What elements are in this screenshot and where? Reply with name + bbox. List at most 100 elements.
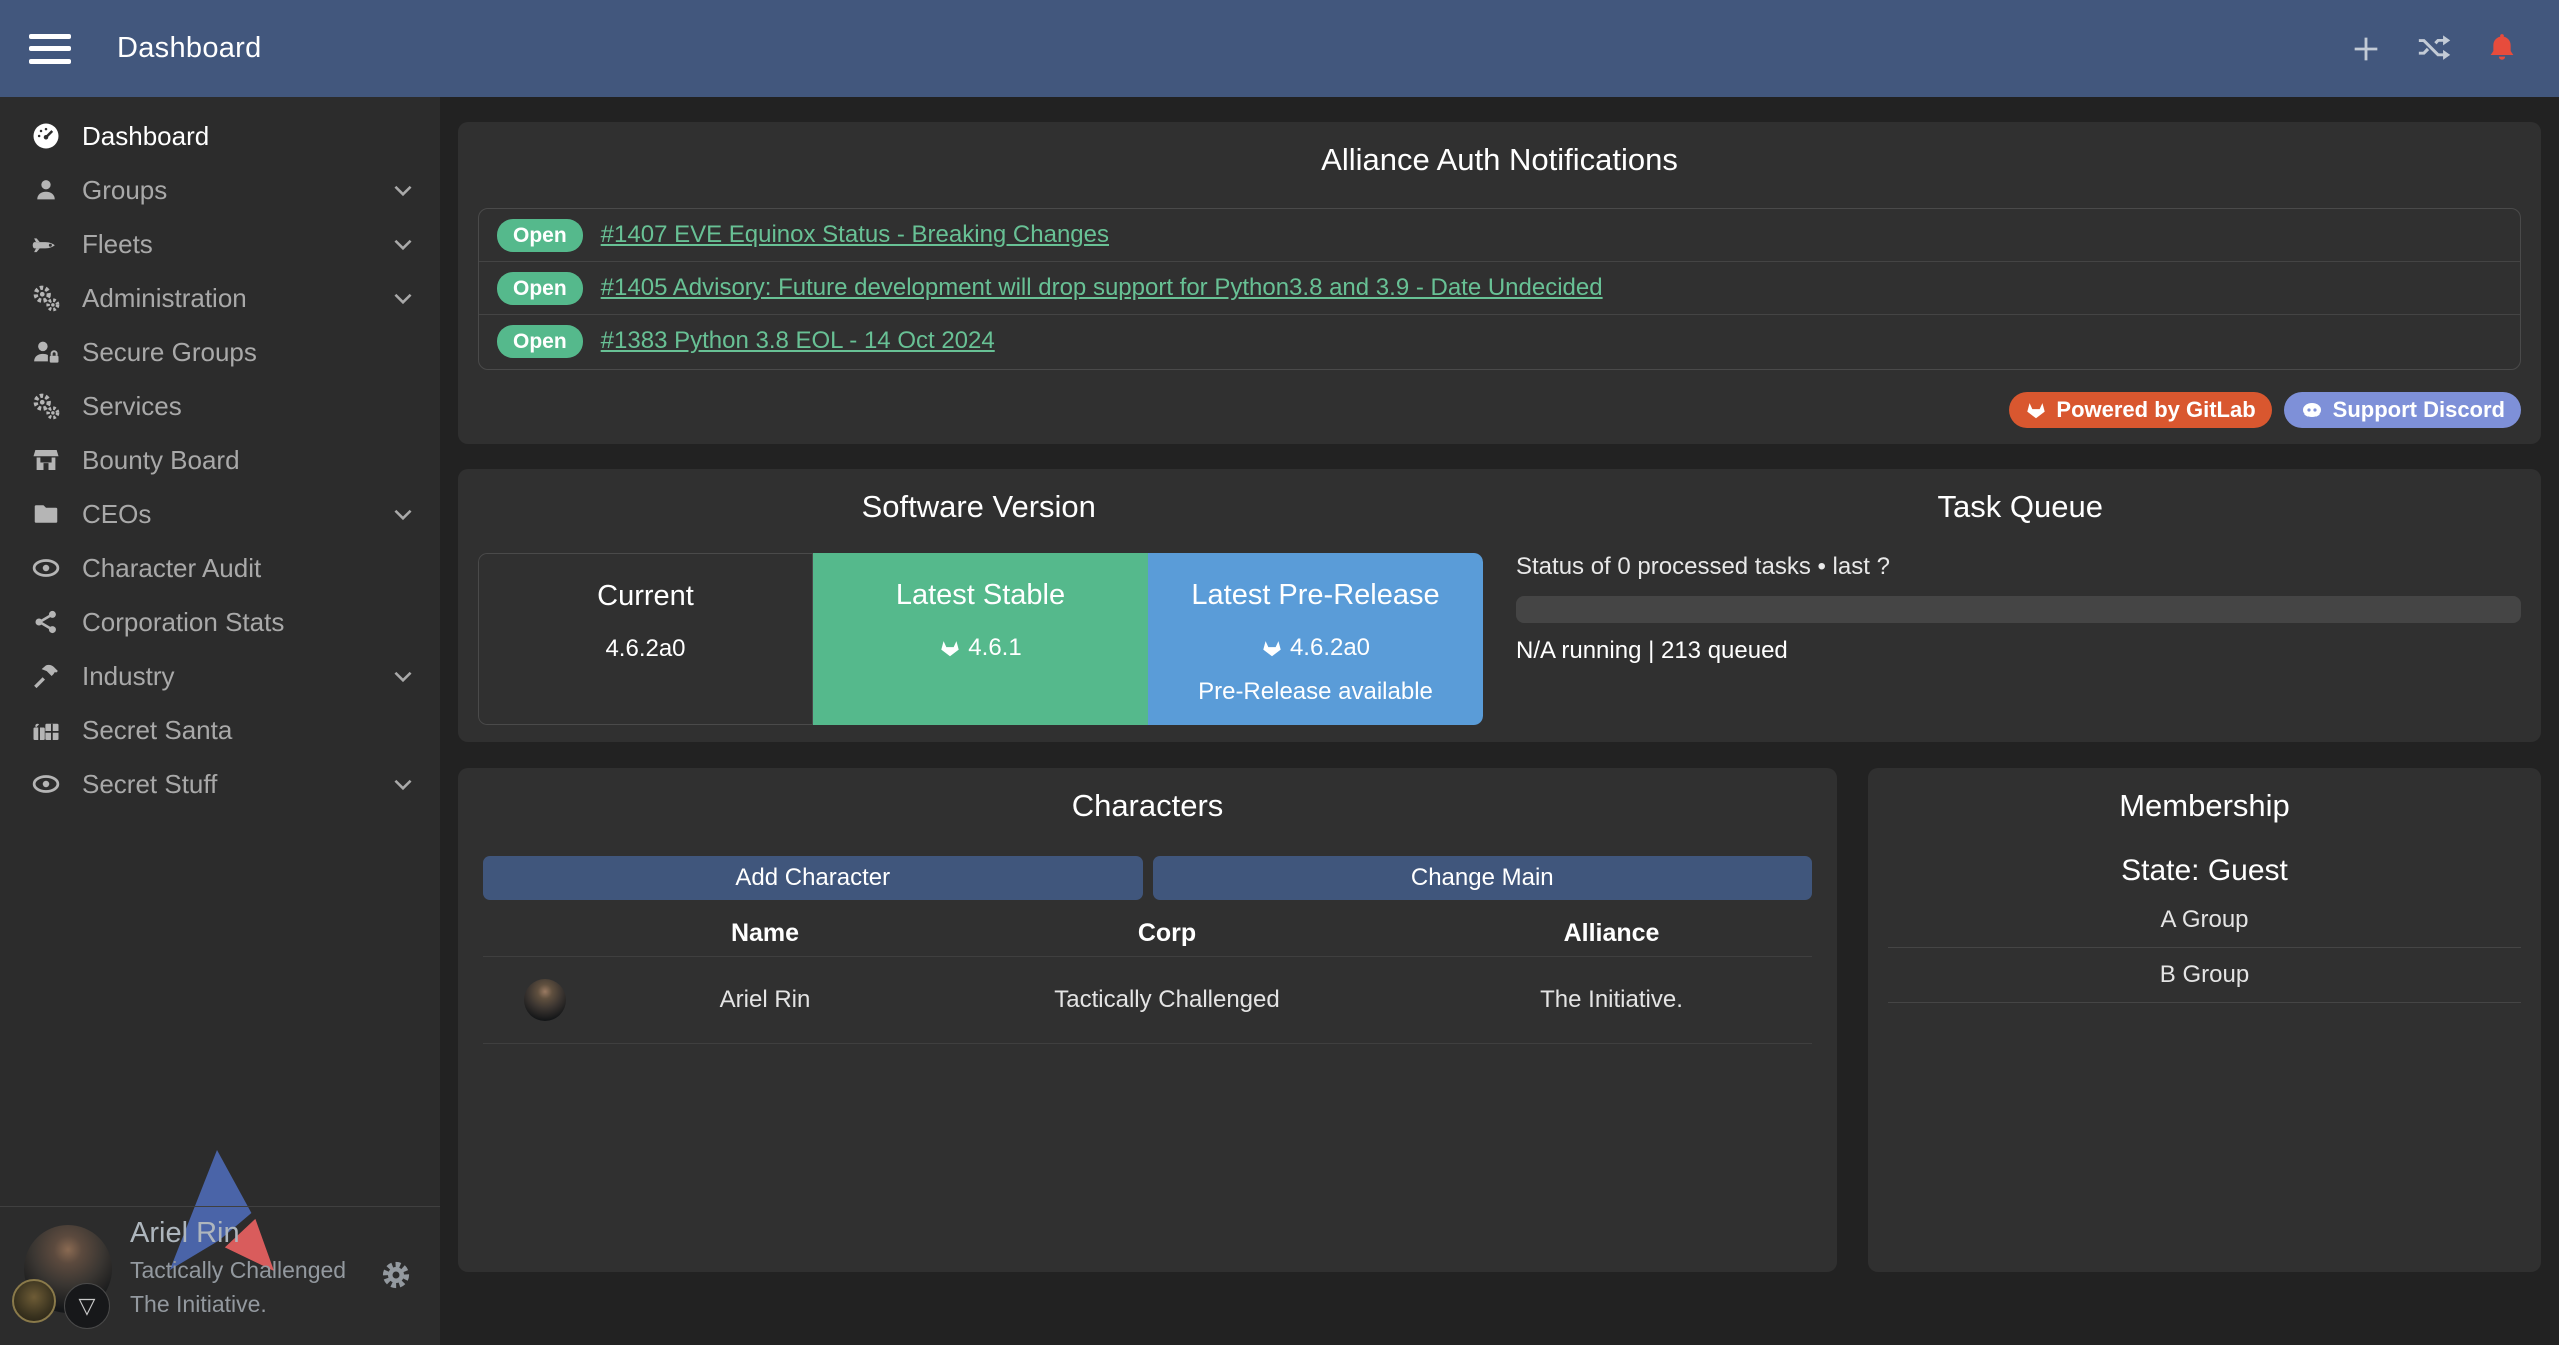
sidebar-item-administration[interactable]: Administration [0, 271, 440, 325]
notification-bell-icon[interactable] [2483, 30, 2521, 68]
add-icon[interactable] [2347, 30, 2385, 68]
chevron-down-icon [390, 285, 416, 311]
header-name: Name [607, 919, 923, 948]
gitlab-icon [2025, 399, 2047, 421]
corp-logo-badge [12, 1279, 56, 1323]
chevron-down-icon [390, 231, 416, 257]
user-name: Ariel Rin [130, 1217, 346, 1250]
membership-group: A Group [1888, 893, 2521, 948]
sidebar-item-bounty-board[interactable]: Bounty Board [0, 433, 440, 487]
sidebar-item-label: Fleets [82, 229, 153, 260]
gitlab-badge[interactable]: Powered by GitLab [2009, 392, 2271, 428]
page-title: Dashboard [117, 32, 262, 65]
share-nodes-icon [24, 608, 68, 636]
user-card: ▽ Ariel Rin Tactically Challenged The In… [0, 1206, 440, 1345]
chevron-down-icon [390, 501, 416, 527]
sidebar-item-fleets[interactable]: Fleets [0, 217, 440, 271]
notification-link[interactable]: #1407 EVE Equinox Status - Breaking Chan… [601, 221, 1109, 249]
sidebar-item-label: Groups [82, 175, 167, 206]
task-queue-summary: N/A running | 213 queued [1516, 637, 1788, 665]
characters-table-header: Name Corp Alliance [483, 910, 1812, 956]
sidebar-item-label: Secret Santa [82, 715, 232, 746]
sidebar-item-industry[interactable]: Industry [0, 649, 440, 703]
sidebar-item-label: Corporation Stats [82, 607, 284, 638]
header-alliance: Alliance [1411, 919, 1812, 948]
notification-link[interactable]: #1405 Advisory: Future development will … [601, 274, 1603, 302]
discord-badge[interactable]: Support Discord [2284, 392, 2521, 428]
settings-gear-icon[interactable] [380, 1259, 412, 1291]
character-name: Ariel Rin [607, 986, 923, 1014]
version-current: Current 4.6.2a0 [478, 553, 813, 725]
eye-icon [24, 769, 68, 799]
notifications-panel: Alliance Auth Notifications Open #1407 E… [458, 122, 2541, 444]
sidebar-item-corporation-stats[interactable]: Corporation Stats [0, 595, 440, 649]
status-badge: Open [497, 325, 583, 358]
sidebar-item-label: Administration [82, 283, 247, 314]
chevron-down-icon [390, 663, 416, 689]
sidebar-item-label: Services [82, 391, 182, 422]
version-current-value: 4.6.2a0 [479, 635, 812, 663]
characters-panel: Characters Add Character Change Main Nam… [458, 768, 1837, 1272]
sidebar-item-dashboard[interactable]: Dashboard [0, 109, 440, 163]
shuffle-icon[interactable] [2415, 30, 2453, 68]
gitlab-icon [939, 637, 961, 659]
user-icon [24, 176, 68, 204]
membership-panel: Membership State: Guest A Group B Group [1868, 768, 2541, 1272]
header-corp: Corp [923, 919, 1411, 948]
character-portrait [524, 979, 566, 1021]
sidebar-item-secure-groups[interactable]: Secure Groups [0, 325, 440, 379]
software-version-title: Software Version [458, 489, 1500, 525]
sidebar-item-label: Character Audit [82, 553, 261, 584]
version-boxes: Current 4.6.2a0 Latest Stable 4.6.1 Late… [478, 553, 1483, 725]
hamburger-menu-icon[interactable] [29, 34, 71, 64]
character-row: Ariel Rin Tactically Challenged The Init… [483, 956, 1812, 1044]
sidebar-item-secret-santa[interactable]: Secret Santa [0, 703, 440, 757]
hammer-icon [24, 661, 68, 691]
version-prerelease-note: Pre-Release available [1148, 678, 1483, 706]
space-shuttle-icon [24, 229, 68, 259]
sidebar-item-label: CEOs [82, 499, 151, 530]
notification-link[interactable]: #1383 Python 3.8 EOL - 14 Oct 2024 [601, 327, 995, 355]
sidebar-item-groups[interactable]: Groups [0, 163, 440, 217]
user-alliance: The Initiative. [130, 1291, 346, 1318]
dashboard-icon [24, 121, 68, 151]
status-badge: Open [497, 219, 583, 252]
character-corp: Tactically Challenged [923, 986, 1411, 1014]
sidebar-item-label: Industry [82, 661, 175, 692]
notification-row: Open #1383 Python 3.8 EOL - 14 Oct 2024 [479, 314, 2520, 367]
version-prerelease: Latest Pre-Release 4.6.2a0 Pre-Release a… [1148, 553, 1483, 725]
gitlab-badge-label: Powered by GitLab [2056, 397, 2255, 423]
character-alliance: The Initiative. [1411, 986, 1812, 1014]
sidebar-item-label: Secret Stuff [82, 769, 217, 800]
folder-icon [24, 499, 68, 529]
sidebar-item-secret-stuff[interactable]: Secret Stuff [0, 757, 440, 811]
sidebar-item-label: Bounty Board [82, 445, 240, 476]
notification-row: Open #1407 EVE Equinox Status - Breaking… [479, 209, 2520, 261]
version-current-label: Current [479, 580, 812, 613]
membership-group: B Group [1888, 948, 2521, 1003]
sidebar-item-character-audit[interactable]: Character Audit [0, 541, 440, 595]
sidebar-item-label: Dashboard [82, 121, 209, 152]
sidebar-item-ceos[interactable]: CEOs [0, 487, 440, 541]
top-navbar: Dashboard [0, 0, 2559, 97]
membership-state: State: Guest [1868, 854, 2541, 888]
task-queue-progressbar [1516, 596, 2521, 623]
add-character-button[interactable]: Add Character [483, 856, 1143, 900]
characters-title: Characters [458, 768, 1837, 824]
gitlab-icon [1261, 637, 1283, 659]
user-lock-icon [24, 337, 68, 367]
sidebar-item-label: Secure Groups [82, 337, 257, 368]
version-prerelease-label: Latest Pre-Release [1148, 579, 1483, 612]
chevron-down-icon [390, 177, 416, 203]
task-queue-title: Task Queue [1500, 489, 2542, 525]
software-taskqueue-panel: Software Version Task Queue Current 4.6.… [458, 469, 2541, 742]
characters-table: Name Corp Alliance Ariel Rin Tactically … [483, 910, 1812, 1044]
gifts-icon [24, 715, 68, 745]
chevron-down-icon [390, 771, 416, 797]
version-stable-value: 4.6.1 [968, 634, 1021, 662]
change-main-button[interactable]: Change Main [1153, 856, 1813, 900]
sidebar-item-services[interactable]: Services [0, 379, 440, 433]
gears-icon [24, 391, 68, 421]
sidebar: Dashboard Groups Fleets Administration [0, 97, 440, 1345]
gears-icon [24, 283, 68, 313]
